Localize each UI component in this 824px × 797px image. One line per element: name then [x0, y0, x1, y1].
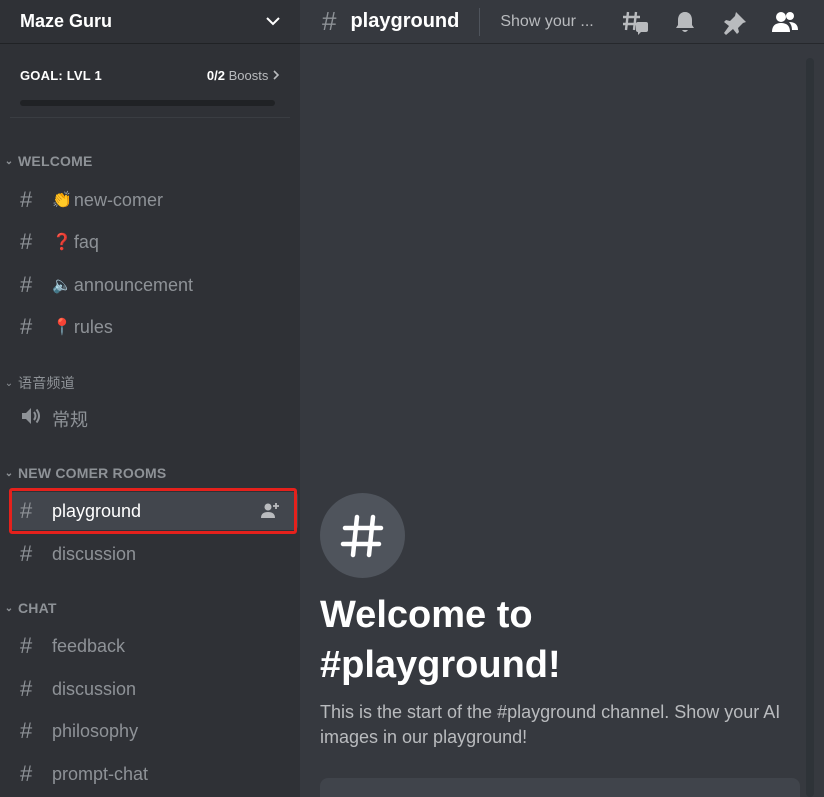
- category-label: WELCOME: [18, 153, 93, 169]
- voice-channel-general[interactable]: 常规: [10, 400, 298, 438]
- category-welcome[interactable]: ⌄ WELCOME: [0, 153, 93, 169]
- channel-topic[interactable]: Show your ...: [500, 13, 593, 31]
- category-voice[interactable]: ⌄ 语音频道: [0, 373, 75, 393]
- goal-progress-bar: [20, 100, 275, 106]
- channel-hash-icon: [320, 493, 405, 578]
- goal-title: GOAL: LVL 1: [20, 68, 102, 83]
- create-invite-icon[interactable]: [260, 502, 280, 520]
- divider: [479, 7, 481, 36]
- caret-down-icon: ⌄: [4, 602, 14, 614]
- category-label: CHAT: [18, 600, 57, 616]
- hash-icon: #: [20, 676, 33, 701]
- channel-discussion-chat[interactable]: # discussion: [10, 670, 298, 708]
- channel-announcement[interactable]: # 🔈 announcement: [10, 266, 298, 304]
- caret-down-icon: ⌄: [4, 155, 14, 167]
- caret-down-icon: ⌄: [4, 467, 14, 479]
- pin-emoji: 📍: [52, 319, 72, 336]
- channel-prompt-chat[interactable]: # prompt-chat: [10, 755, 298, 793]
- server-name: Maze Guru: [20, 11, 113, 31]
- welcome-line-2: #playground!: [320, 644, 561, 686]
- channel-sidebar: Maze Guru GOAL: LVL 1 0/2 Boosts ⌄ WELCO…: [0, 0, 300, 797]
- caret-down-icon: ⌄: [4, 377, 14, 389]
- channel-name: announcement: [73, 274, 194, 295]
- chevron-down-icon[interactable]: [266, 13, 280, 31]
- boosts-label: Boosts: [228, 68, 269, 83]
- channel-name: faq: [73, 231, 99, 252]
- channel-name: new-comer: [73, 189, 163, 210]
- divider: [10, 117, 290, 118]
- channel-header: # playground Show your ...: [300, 0, 824, 44]
- goal-boosts[interactable]: 0/2 Boosts: [207, 68, 280, 83]
- boost-goal[interactable]: GOAL: LVL 1 0/2 Boosts: [0, 44, 300, 162]
- channel-playground[interactable]: # playground: [10, 492, 298, 530]
- members-icon[interactable]: [771, 10, 798, 36]
- speaker-emoji: 🔈: [52, 277, 72, 294]
- channel-name: 常规: [52, 410, 88, 430]
- channel-name: discussion: [52, 543, 137, 564]
- category-new-comer-rooms[interactable]: ⌄ NEW COMER ROOMS: [0, 465, 167, 481]
- hash-icon: #: [20, 314, 33, 339]
- welcome-heading: Welcome to #playground!: [320, 590, 780, 690]
- clap-emoji: 👏: [52, 192, 72, 209]
- channel-faq[interactable]: # ❓ faq: [10, 223, 298, 261]
- question-emoji: ❓: [52, 234, 72, 251]
- channel-name: prompt-chat: [52, 763, 149, 784]
- chevron-right-icon: [272, 68, 280, 83]
- hash-icon: #: [20, 718, 33, 743]
- welcome-line-1: Welcome to: [320, 594, 533, 636]
- hash-icon: #: [20, 761, 33, 786]
- hash-icon: #: [322, 6, 337, 36]
- channel-rules[interactable]: # 📍 rules: [10, 308, 298, 346]
- channel-new-comer[interactable]: # 👏 new-comer: [10, 181, 298, 219]
- hash-icon: #: [20, 229, 33, 254]
- category-label: NEW COMER ROOMS: [18, 465, 167, 481]
- scrollbar[interactable]: [806, 58, 814, 797]
- channel-title: playground: [350, 10, 460, 32]
- hash-icon: #: [20, 272, 33, 297]
- category-label: 语音频道: [18, 375, 75, 391]
- threads-icon[interactable]: [622, 10, 648, 36]
- server-header[interactable]: Maze Guru: [0, 0, 300, 44]
- channel-discussion[interactable]: # discussion: [10, 535, 298, 573]
- bell-icon[interactable]: [673, 10, 699, 36]
- category-chat[interactable]: ⌄ CHAT: [0, 600, 57, 616]
- channel-name: playground: [52, 500, 142, 521]
- channel-name: philosophy: [52, 720, 139, 741]
- speaker-icon: [20, 406, 42, 432]
- hash-icon: #: [20, 633, 33, 658]
- main-panel: # playground Show your ... Welcome to #p…: [300, 0, 824, 797]
- pin-icon[interactable]: [722, 10, 748, 36]
- hash-icon: #: [20, 498, 33, 523]
- channel-philosophy[interactable]: # philosophy: [10, 712, 298, 750]
- boost-count: 0/2: [206, 68, 225, 83]
- channel-name: rules: [73, 316, 113, 337]
- hash-icon: #: [20, 187, 33, 212]
- hash-icon: #: [20, 541, 33, 566]
- welcome-description: This is the start of the #playground cha…: [320, 702, 781, 747]
- message-input[interactable]: [320, 778, 800, 797]
- channel-name: discussion: [52, 678, 137, 699]
- channel-feedback[interactable]: # feedback: [10, 627, 298, 665]
- channel-name: feedback: [52, 635, 126, 656]
